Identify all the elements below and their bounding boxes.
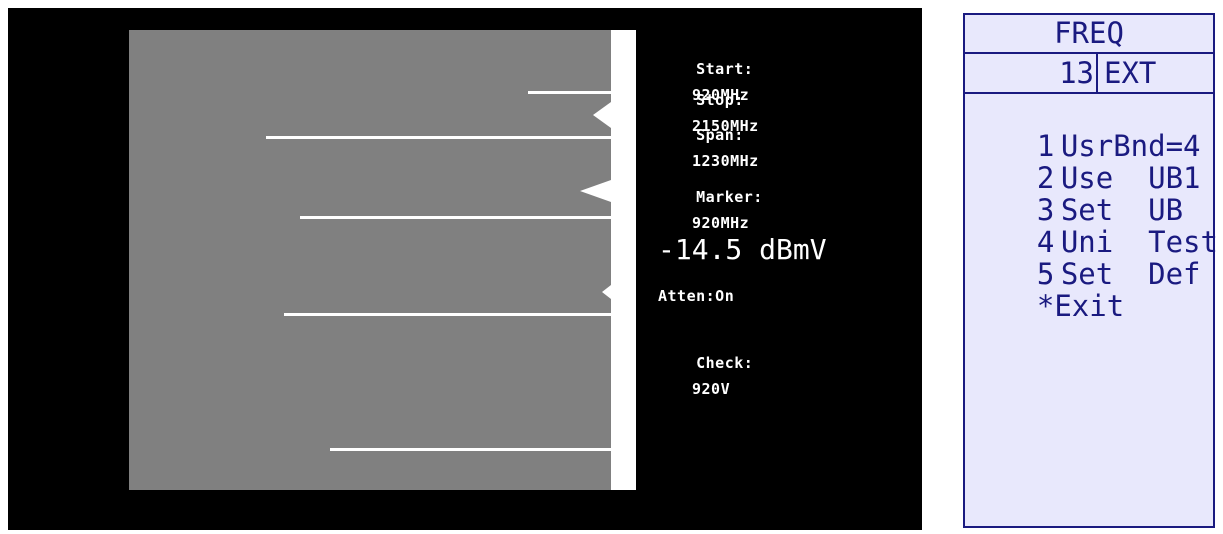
carrier-spike (528, 91, 611, 94)
channel-number: 13 (965, 54, 1098, 92)
menu-item-set-default[interactable]: 5 Set Def (967, 225, 1201, 291)
spectrum-baseline (611, 30, 636, 490)
menu-panel: FREQ 13 EXT 1 UsrBnd=4 2 Use UB1 3 Set UB 4… (963, 13, 1218, 528)
menu-title: FREQ (965, 15, 1213, 54)
menu-item-exit[interactable]: *Exit (967, 257, 1124, 323)
start-label: Start: (696, 60, 754, 78)
menu-status-row: 13 EXT (965, 54, 1213, 94)
menu-item-uni-test[interactable]: 4 Uni Test (967, 193, 1218, 259)
span-value: 1230MHz (692, 152, 759, 170)
atten-status: Atten:On (658, 287, 735, 305)
carrier-spike (330, 448, 611, 451)
span-label: Span: (696, 126, 744, 144)
signal-level: -14.5 dBmV (658, 233, 827, 266)
spectrum-plot (129, 30, 611, 490)
marker-value: 920MHz (692, 214, 750, 232)
carrier-spike (266, 136, 611, 139)
menu-item-use-ub1[interactable]: 2 Use UB1 (967, 129, 1201, 195)
check-label: Check: (696, 354, 754, 372)
carrier-spike (300, 216, 611, 219)
input-mode: EXT (1104, 56, 1157, 90)
check-readout: Check: 920V (658, 344, 753, 422)
menu-item-label: Exit (1054, 289, 1125, 323)
carrier-spike (284, 313, 611, 316)
spectrum-display: Start: 920MHz Stop: 2150MHz Span: 1230MH… (8, 8, 922, 530)
marker-label: Marker: (696, 188, 763, 206)
stop-label: Stop: (696, 91, 744, 109)
check-value: 920V (692, 380, 731, 398)
menu-item-user-band[interactable]: 1 UsrBnd=4 (967, 97, 1201, 163)
menu-item-set-ub[interactable]: 3 Set UB (967, 161, 1183, 227)
asterisk-icon: * (1036, 289, 1055, 323)
